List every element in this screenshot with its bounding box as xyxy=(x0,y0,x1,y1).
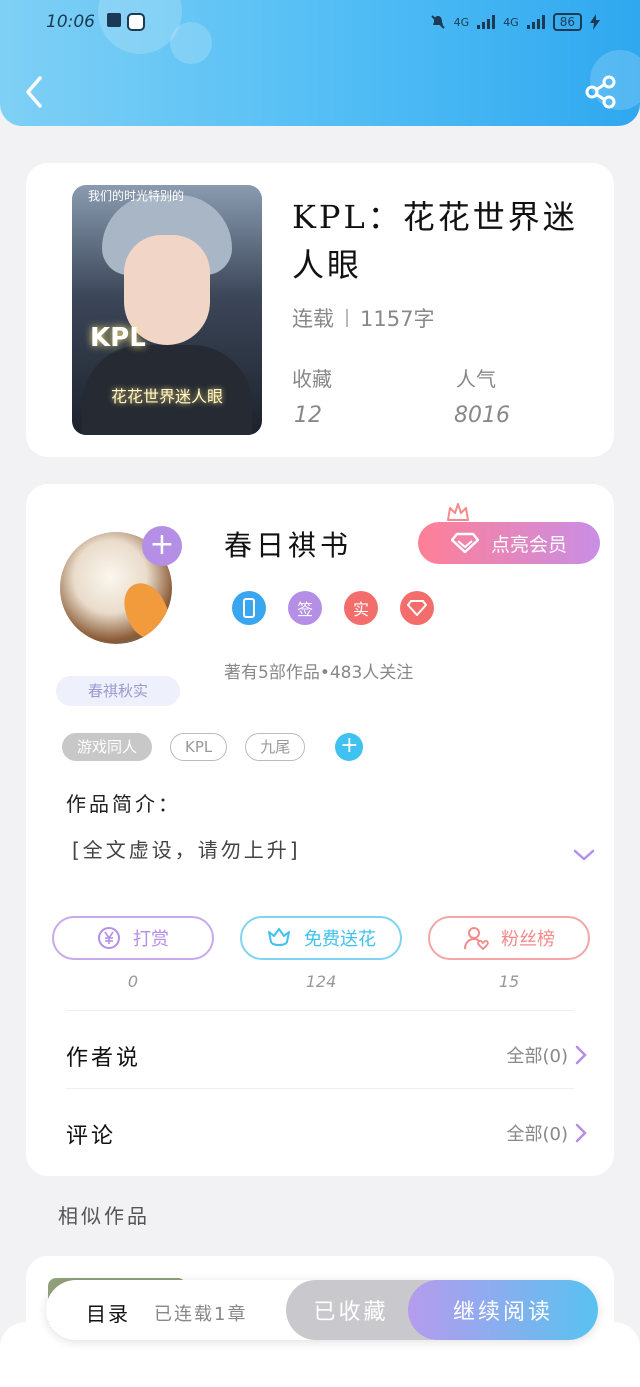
crown-icon xyxy=(447,503,469,521)
phone-icon[interactable] xyxy=(232,591,266,625)
meta-divider xyxy=(346,309,348,327)
back-button[interactable] xyxy=(20,74,50,110)
toc-chapter-status: 已连载1章 xyxy=(154,1304,248,1325)
collect-value: 12 xyxy=(294,403,322,428)
popularity-value: 8016 xyxy=(454,403,510,428)
cover-title-text: 花花世界迷人眼 xyxy=(110,387,223,406)
author-name[interactable]: 春日祺书 xyxy=(224,524,352,564)
author-badges: 签 实 xyxy=(232,591,434,625)
divider xyxy=(66,1010,574,1011)
author-says-all-link[interactable]: 全部(0) xyxy=(507,1042,589,1068)
diamond-icon[interactable] xyxy=(400,591,434,625)
continue-reading-label: 继续阅读 xyxy=(452,1300,553,1325)
signal-icon xyxy=(526,15,545,29)
signal-icon xyxy=(477,15,496,29)
action-row: 打赏 免费送花 粉丝榜 xyxy=(52,916,590,960)
tag-item[interactable]: KPL xyxy=(170,733,228,761)
signal-label-1: 4G xyxy=(453,15,470,29)
send-flower-label: 免费送花 xyxy=(304,929,376,950)
fan-count: 15 xyxy=(498,972,520,991)
cover-top-text: 我们的时光特别的 xyxy=(88,189,185,203)
vip-button[interactable]: 点亮会员 xyxy=(418,522,600,564)
send-flower-button[interactable]: 免费送花 xyxy=(240,916,402,960)
intro-text: [全文虚设，请勿上升] xyxy=(72,838,301,862)
author-tagline: 春祺秋实 xyxy=(56,676,180,706)
fan-ranking-label: 粉丝榜 xyxy=(501,929,555,950)
tag-list: 游戏同人 KPL 九尾 + xyxy=(62,733,364,761)
cover-kpl-text: KPL xyxy=(90,323,146,353)
diamond-icon xyxy=(450,532,479,554)
divider xyxy=(66,1088,574,1089)
book-status: 连载 xyxy=(292,307,334,331)
author-says-all-text: 全部(0) xyxy=(506,1046,569,1067)
book-word-count: 1157字 xyxy=(360,307,435,331)
follow-button[interactable]: + xyxy=(142,526,182,566)
chevron-down-icon xyxy=(573,849,595,861)
book-title: KPL：花花世界迷人眼 xyxy=(292,198,578,284)
add-tag-button[interactable]: + xyxy=(335,733,364,761)
fan-ranking-button[interactable]: 粉丝榜 xyxy=(428,916,590,960)
tip-label: 打赏 xyxy=(133,929,169,950)
battery-indicator: 86 xyxy=(552,13,582,31)
share-button[interactable] xyxy=(584,74,618,110)
signal-label-2: 4G xyxy=(503,15,519,29)
book-cover[interactable]: 我们的时光特别的 KPL 花花世界迷人眼 xyxy=(72,185,262,435)
intro-label: 作品简介： xyxy=(66,792,181,816)
mute-icon xyxy=(430,15,445,29)
avatar-fish-decoration xyxy=(116,576,172,644)
tip-count: 0 xyxy=(127,972,139,991)
yuan-icon xyxy=(98,927,120,949)
action-counts: 0 124 15 xyxy=(52,972,590,991)
collected-label: 已收藏 xyxy=(313,1300,389,1325)
chevron-right-icon xyxy=(575,1123,587,1143)
real-icon[interactable]: 实 xyxy=(344,591,378,625)
similar-works-label: 相似作品 xyxy=(58,1204,150,1228)
expand-intro-button[interactable] xyxy=(572,846,596,864)
author-card: + 春祺秋实 春日祺书 点亮会员 签 实 著有5部作品•483人关注 游戏同人 … xyxy=(26,484,614,1176)
tip-button[interactable]: 打赏 xyxy=(52,916,214,960)
header-bar: 10:06 4G 4G 86 xyxy=(0,0,640,126)
notification-icon xyxy=(107,13,121,27)
comments-label: 评论 xyxy=(66,1124,117,1149)
author-stats: 著有5部作品•483人关注 xyxy=(224,663,414,683)
comments-all-text: 全部(0) xyxy=(506,1124,569,1145)
popularity-label: 人气 xyxy=(456,367,496,391)
status-bar: 10:06 4G 4G 86 xyxy=(46,10,600,34)
tag-item[interactable]: 游戏同人 xyxy=(62,733,153,761)
bottom-action-bar: 目录 已连载1章 已收藏 继续阅读 xyxy=(46,1280,598,1340)
continue-reading-button[interactable]: 继续阅读 xyxy=(408,1280,598,1340)
flower-count: 124 xyxy=(305,972,337,991)
collect-label: 收藏 xyxy=(292,367,332,391)
sign-icon[interactable]: 签 xyxy=(288,591,322,625)
status-time: 10:06 xyxy=(46,12,95,32)
author-says-label: 作者说 xyxy=(66,1046,142,1071)
browser-icon xyxy=(127,13,145,31)
toc-button[interactable]: 目录 xyxy=(86,1298,130,1327)
share-icon xyxy=(585,75,616,109)
chevron-right-icon xyxy=(575,1045,587,1065)
book-info-card: 我们的时光特别的 KPL 花花世界迷人眼 KPL：花花世界迷人眼 连载 1157… xyxy=(26,163,614,457)
tag-item[interactable]: 九尾 xyxy=(245,733,306,761)
chevron-left-icon xyxy=(26,76,42,108)
flower-icon xyxy=(268,928,290,946)
book-meta: 连载 1157字 xyxy=(292,303,434,333)
comments-all-link[interactable]: 全部(0) xyxy=(507,1120,589,1146)
charging-icon xyxy=(590,14,600,30)
vip-label: 点亮会员 xyxy=(490,533,567,556)
fan-icon xyxy=(464,927,489,951)
